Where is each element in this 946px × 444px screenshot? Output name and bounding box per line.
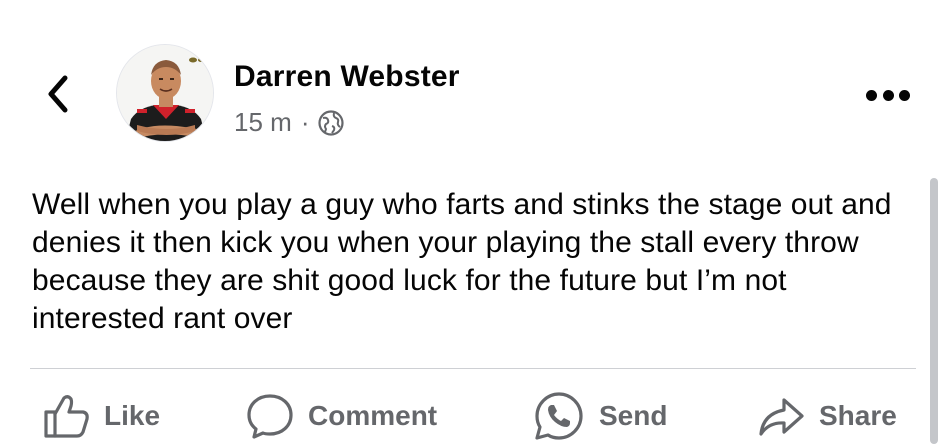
post-actions: Like Comment Send Share [0, 388, 946, 444]
back-button[interactable] [38, 72, 78, 116]
comment-label: Comment [308, 400, 438, 431]
send-label: Send [599, 400, 668, 431]
more-dot [899, 89, 910, 101]
scrollbar[interactable] [930, 178, 938, 444]
share-label: Share [819, 400, 897, 431]
post-text: Well when you play a guy who farts and s… [32, 188, 892, 335]
more-options-button[interactable] [864, 82, 912, 108]
post-timestamp[interactable]: 15 m [234, 107, 292, 138]
post-meta: 15 m · [234, 107, 345, 138]
globe-icon[interactable] [317, 109, 345, 137]
author-name[interactable]: Darren Webster [234, 60, 460, 94]
meta-separator: · [300, 107, 310, 137]
like-button[interactable]: Like [42, 388, 160, 444]
comment-bubble-icon [247, 394, 293, 439]
thumbs-up-icon [44, 395, 89, 438]
action-divider [30, 368, 916, 369]
send-button[interactable]: Send [533, 388, 667, 444]
whatsapp-icon [535, 392, 583, 440]
like-label: Like [104, 400, 161, 431]
share-arrow-icon [759, 398, 804, 436]
more-dot [866, 89, 877, 101]
avatar[interactable] [116, 44, 214, 142]
more-dot [882, 89, 894, 101]
profile-photo [117, 45, 213, 141]
comment-button[interactable]: Comment [246, 388, 437, 444]
share-button[interactable]: Share [757, 388, 897, 444]
chevron-left-icon [48, 75, 68, 113]
